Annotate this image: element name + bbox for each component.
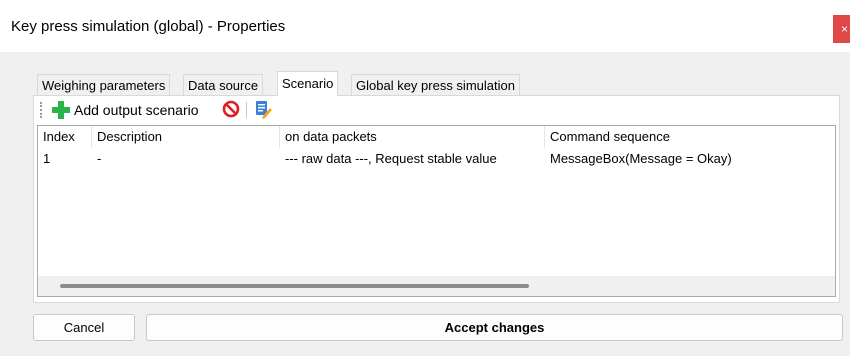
tab-global-key-press-simulation[interactable]: Global key press simulation	[351, 74, 520, 95]
title-bar: Key press simulation (global) - Properti…	[0, 0, 850, 52]
toolbar: Add output scenario	[34, 96, 839, 124]
scenario-panel: Add output scenario Index Description on…	[33, 95, 840, 303]
column-header-data-packets[interactable]: on data packets	[280, 126, 545, 148]
tab-scenario[interactable]: Scenario	[277, 71, 339, 96]
column-header-description[interactable]: Description	[92, 126, 280, 148]
close-icon: ×	[840, 22, 848, 36]
tab-weighing-parameters[interactable]: Weighing parameters	[37, 74, 171, 95]
edit-document-icon[interactable]	[253, 99, 273, 119]
plus-icon	[52, 101, 70, 119]
tab-data-source[interactable]: Data source	[183, 74, 264, 95]
cell-data-packets: --- raw data ---, Request stable value	[285, 151, 497, 166]
table-header: Index Description on data packets Comman…	[38, 126, 835, 148]
window-title: Key press simulation (global) - Properti…	[11, 18, 286, 35]
no-entry-icon[interactable]	[222, 100, 240, 118]
cell-command-sequence: MessageBox(Message = Okay)	[550, 151, 732, 166]
cancel-button[interactable]: Cancel	[33, 314, 135, 341]
add-output-scenario-button[interactable]: Add output scenario	[52, 99, 199, 121]
properties-window: Key press simulation (global) - Properti…	[0, 0, 850, 356]
close-button[interactable]: ×	[833, 15, 850, 43]
column-header-index[interactable]: Index	[38, 126, 92, 148]
horizontal-scrollbar[interactable]	[38, 276, 835, 296]
column-header-command-sequence[interactable]: Command sequence	[545, 126, 835, 148]
cell-description: -	[97, 151, 102, 166]
table-row[interactable]: 1 - --- raw data ---, Request stable val…	[38, 148, 835, 170]
toolbar-grip[interactable]	[40, 102, 44, 118]
scenario-table[interactable]: Index Description on data packets Comman…	[37, 125, 836, 297]
cell-index: 1	[43, 151, 51, 166]
scrollbar-thumb[interactable]	[60, 284, 529, 288]
add-output-scenario-label: Add output scenario	[74, 102, 199, 118]
accept-changes-button[interactable]: Accept changes	[146, 314, 843, 341]
toolbar-separator	[246, 102, 247, 118]
